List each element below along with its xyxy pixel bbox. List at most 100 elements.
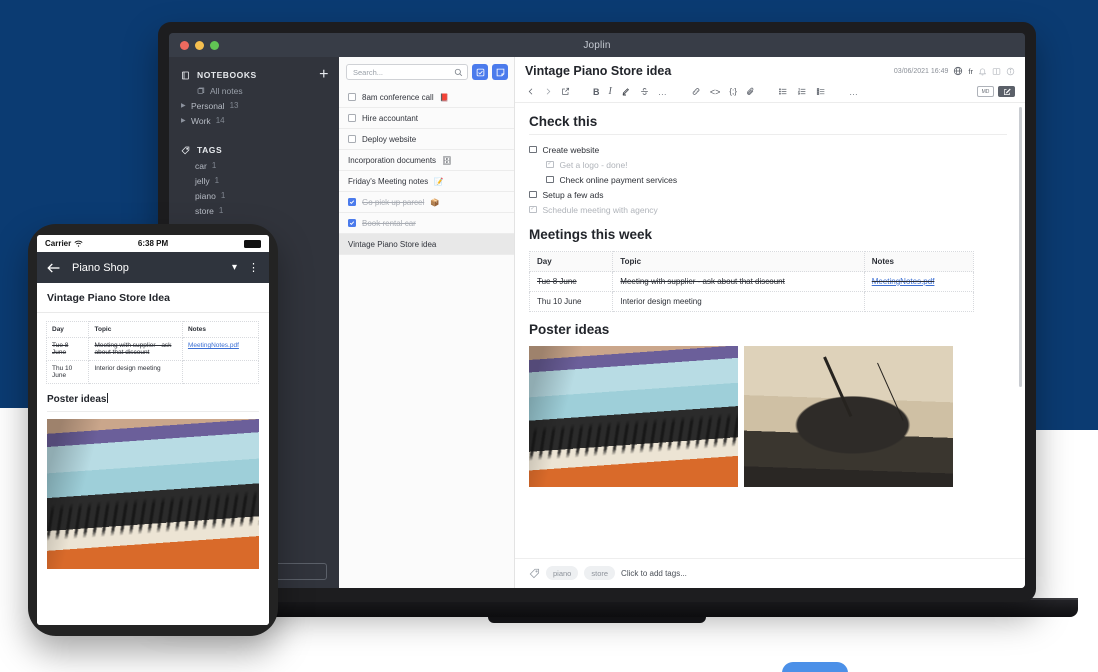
- phone-note-title: Vintage Piano Store Idea: [37, 283, 269, 313]
- note-image-turntable[interactable]: [744, 346, 953, 487]
- note-emoji-icon: 📕: [439, 92, 449, 102]
- phone-poster-label: Poster ideas: [47, 394, 107, 405]
- tag-label: car: [195, 160, 207, 171]
- phone-section-heading-poster-ideas: Poster ideas: [37, 384, 269, 411]
- todo-item[interactable]: Schedule meeting with agency: [529, 202, 1007, 217]
- sidebar-item-tag-jelly[interactable]: jelly 1: [169, 173, 339, 188]
- laptop-screen: Joplin NOTEBOOKS + All notes ▶ Personal …: [169, 33, 1025, 588]
- alarm-icon[interactable]: [978, 67, 987, 76]
- table-row: Thu 10 June Interior design meeting: [528, 291, 974, 312]
- todo-label: Get a logo - done!: [559, 159, 628, 170]
- chevron-right-icon[interactable]: ▶: [181, 102, 186, 109]
- more-format-button[interactable]: …: [658, 87, 668, 97]
- bold-button[interactable]: B: [593, 87, 600, 97]
- todo-item[interactable]: Get a logo - done!: [529, 157, 1007, 172]
- sidebar-item-notebook-personal[interactable]: ▶ Personal 13: [169, 98, 339, 113]
- todo-checkbox[interactable]: [348, 219, 356, 227]
- section-heading-meetings: Meetings this week: [529, 227, 653, 242]
- sidebar-item-all-notes[interactable]: All notes: [169, 83, 339, 98]
- list-item[interactable]: Deploy website: [339, 129, 514, 150]
- all-notes-icon: [197, 87, 205, 95]
- list-item-selected[interactable]: Vintage Piano Store idea: [339, 234, 514, 255]
- todo-label: Check online payment services: [559, 174, 678, 185]
- attachment-link[interactable]: MeetingNotes.pdf: [188, 342, 239, 349]
- todo-item[interactable]: Create website: [529, 142, 1007, 157]
- table-header-cell: Topic: [612, 251, 865, 272]
- list-item[interactable]: Hire accountant: [339, 108, 514, 129]
- forward-button[interactable]: [544, 87, 552, 96]
- numbered-list-button[interactable]: [797, 87, 807, 96]
- phone-mockup: Carrier 6:38 PM Piano Shop ▾ ⋮ Vintage P…: [28, 224, 278, 636]
- todo-checkbox[interactable]: [529, 205, 537, 213]
- sidebar-tags-header: TAGS: [169, 142, 339, 158]
- list-item[interactable]: Book rental car: [339, 213, 514, 234]
- todo-checkbox[interactable]: [348, 114, 356, 122]
- back-arrow-icon[interactable]: [47, 262, 61, 274]
- add-notebook-button[interactable]: +: [319, 67, 329, 83]
- list-item[interactable]: Incorporation documents 🗄: [339, 150, 514, 171]
- more-options-button[interactable]: …: [849, 87, 859, 97]
- phone-note-image-piano[interactable]: [47, 419, 259, 569]
- back-button[interactable]: [527, 87, 535, 96]
- note-content[interactable]: Check this Create website Get a logo - d…: [515, 103, 1025, 558]
- todo-item[interactable]: Check online payment services: [529, 172, 1007, 187]
- todo-item[interactable]: Setup a few ads: [529, 187, 1007, 202]
- todo-checkbox[interactable]: [348, 198, 356, 206]
- sidebar-item-tag-store[interactable]: store 1: [169, 203, 339, 218]
- info-icon[interactable]: [1006, 67, 1015, 76]
- note-title[interactable]: Vintage Piano Store idea: [525, 64, 887, 78]
- search-bar: Search...: [339, 64, 514, 87]
- code-block-button[interactable]: {;}: [729, 87, 737, 96]
- todo-checkbox[interactable]: [529, 190, 537, 198]
- attach-icon[interactable]: [746, 87, 755, 96]
- tag-icon: [529, 568, 540, 579]
- list-item[interactable]: Go pick up parcel 📦: [339, 192, 514, 213]
- app-body: NOTEBOOKS + All notes ▶ Personal 13 ▶ Wo…: [169, 57, 1025, 588]
- tag-bar[interactable]: piano store Click to add tags...: [515, 558, 1025, 588]
- note-tag-store[interactable]: store: [584, 566, 616, 580]
- attachment-link[interactable]: MeetingNotes.pdf: [872, 277, 935, 286]
- list-item[interactable]: Friday's Meeting notes 📝: [339, 171, 514, 192]
- checkbox-list-button[interactable]: [816, 87, 826, 96]
- sidebar-item-tag-piano[interactable]: piano 1: [169, 188, 339, 203]
- editor-toggle-button[interactable]: [998, 86, 1015, 97]
- search-icon[interactable]: [454, 68, 463, 77]
- meetings-table: Day Topic Notes Tue 8 June Meeting with …: [528, 251, 974, 312]
- window-titlebar: Joplin: [169, 33, 1025, 57]
- note-tag-piano[interactable]: piano: [546, 566, 579, 580]
- layout-icon[interactable]: [992, 67, 1001, 76]
- highlight-button[interactable]: [621, 87, 631, 96]
- sidebar-item-tag-car[interactable]: car 1: [169, 158, 339, 173]
- sidebar-item-notebook-work[interactable]: ▶ Work 14: [169, 113, 339, 128]
- tags-label: TAGS: [197, 145, 223, 155]
- globe-icon[interactable]: [953, 66, 963, 76]
- new-todo-button[interactable]: [472, 64, 488, 80]
- todo-checkbox[interactable]: [529, 145, 537, 153]
- strikethrough-button[interactable]: [640, 87, 649, 96]
- list-item[interactable]: 8am conference call 📕: [339, 87, 514, 108]
- phone-screen: Carrier 6:38 PM Piano Shop ▾ ⋮ Vintage P…: [37, 235, 269, 625]
- link-icon[interactable]: [691, 87, 701, 96]
- todo-checkbox[interactable]: [348, 135, 356, 143]
- chevron-right-icon[interactable]: ▶: [181, 117, 186, 124]
- italic-button[interactable]: I: [609, 86, 612, 97]
- todo-checkbox[interactable]: [348, 93, 356, 101]
- overflow-menu-icon[interactable]: ⋮: [248, 261, 259, 274]
- vertical-scrollbar[interactable]: [1019, 107, 1022, 387]
- todo-checkbox[interactable]: [546, 160, 554, 168]
- note-image-piano[interactable]: [529, 346, 738, 487]
- sort-caret-icon[interactable]: ▾: [232, 262, 237, 273]
- search-input[interactable]: Search...: [346, 64, 468, 80]
- note-item-title: Friday's Meeting notes: [348, 176, 429, 186]
- inline-code-button[interactable]: <>: [710, 87, 721, 97]
- external-editor-button[interactable]: [561, 87, 570, 96]
- phone-note-body[interactable]: Vintage Piano Store Idea Day Topic Notes…: [37, 283, 269, 625]
- add-tags-button[interactable]: Click to add tags...: [621, 569, 687, 578]
- bottom-badge: [782, 662, 848, 672]
- todo-checkbox[interactable]: [546, 175, 554, 183]
- divider: [47, 411, 259, 412]
- new-note-button[interactable]: [492, 64, 508, 80]
- bulleted-list-button[interactable]: [778, 87, 788, 96]
- table-cell-topic: Interior design meeting: [88, 360, 183, 384]
- markdown-toggle-button[interactable]: MD: [977, 86, 994, 97]
